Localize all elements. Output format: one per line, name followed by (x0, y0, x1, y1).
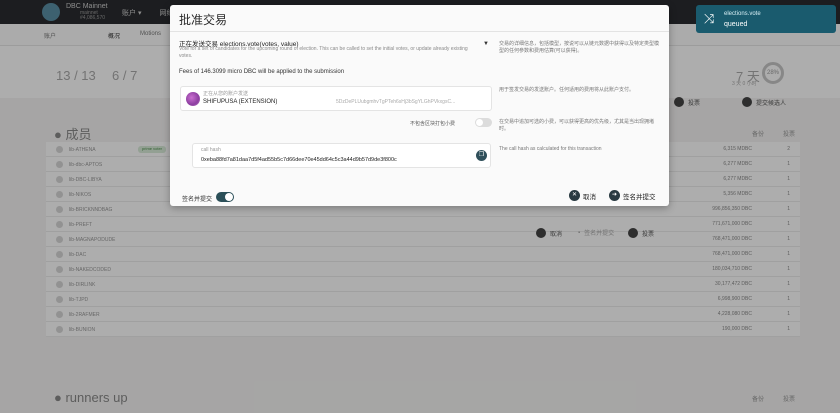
shuffle-icon: ⤨ (704, 11, 715, 26)
modal-title: 批准交易 (179, 13, 228, 27)
tip-help-text: 在交易中追加可选的小费，可以获得更高的优先级，尤其是当出现拥堵时。 (499, 119, 655, 132)
hash-help-text: The call hash as calculated for this tra… (499, 146, 602, 152)
copy-icon[interactable]: ❐ (476, 150, 487, 161)
sign-submit-toggle-label: 签名并提交 (182, 197, 213, 203)
status-toast[interactable]: ⤨ elections.vote queued (696, 5, 836, 33)
tip-toggle[interactable] (475, 118, 492, 127)
toast-status: queued (724, 21, 748, 28)
account-help-text: 用于签发交易的发送账户。任何适用的费用将从此账户支付。 (499, 87, 635, 93)
account-name: SHIFUPUSA (EXTENSION) (203, 99, 278, 105)
toast-title: elections.vote (724, 11, 761, 17)
tip-toggle-label: 不包含区块打包小费 (410, 121, 456, 127)
call-hash-label: call hash (201, 147, 221, 153)
chevron-down-icon[interactable]: ▼ (483, 41, 489, 47)
cancel-button[interactable]: ✕ 取消 (569, 190, 596, 201)
fees-text: Fees of 146.3099 micro DBC will be appli… (179, 69, 345, 75)
call-hash-value[interactable]: 0xeba88fd7a81daa7d5f4ad55b5c7d66dee70e45… (201, 157, 397, 163)
call-hash-field[interactable]: call hash 0xeba88fd7a81daa7d5f4ad55b5c7d… (192, 143, 491, 168)
account-label: 正在从您的账户发送 (203, 91, 249, 97)
sign-submit-toggle[interactable] (216, 192, 234, 202)
identicon (186, 92, 200, 106)
cancel-button-label: 取消 (583, 193, 596, 201)
divider (170, 31, 669, 32)
close-icon: ✕ (569, 190, 580, 201)
send-icon: ➜ (609, 190, 620, 201)
account-address: 5DzDePLUubgmhvTgPTeh6sHj3bSgYLGhPVkxgsC.… (336, 99, 456, 105)
sign-and-submit-button[interactable]: ➜ 签名并提交 (609, 190, 656, 201)
sign-and-submit-label: 签名并提交 (623, 193, 656, 201)
call-description: Vote for a set of candidates for the upc… (179, 46, 468, 59)
sending-account-field[interactable]: 正在从您的账户发送 SHIFUPUSA (EXTENSION) 5DzDePLU… (180, 86, 492, 111)
approve-transaction-modal: 批准交易 正在发送交易 elections.vote(votes, value)… (170, 5, 669, 206)
call-help-text: 交易的详细信息，包括模型，按说可以从链元数据中获得以及特定类型模型的任何参数和费… (499, 41, 660, 54)
